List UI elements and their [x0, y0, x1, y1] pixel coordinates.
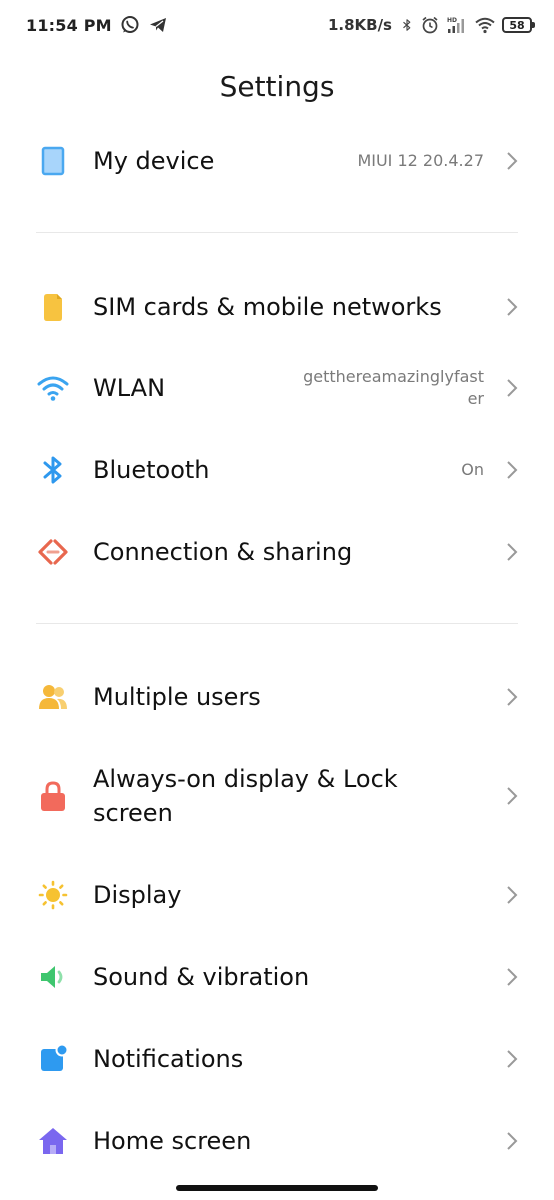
phone-icon — [36, 144, 70, 178]
settings-item-value: MIUI 12 20.4.27 — [357, 151, 484, 170]
home-icon — [36, 1124, 70, 1158]
settings-item-label: Home screen — [93, 1127, 252, 1155]
speaker-icon — [36, 960, 70, 994]
settings-item-sound-vibration[interactable]: Sound & vibration — [0, 953, 554, 1001]
settings-item-label: Display — [93, 881, 182, 909]
alarm-icon — [422, 16, 438, 34]
hd-signal-icon: HD — [447, 17, 464, 33]
connection-sharing-icon — [36, 535, 70, 569]
lock-icon — [36, 779, 70, 813]
status-time: 11:54 PM — [26, 15, 112, 35]
chevron-right-icon — [507, 968, 518, 986]
settings-item-value: getthereamazinglyfast er — [303, 366, 484, 410]
settings-item-label: Connection & sharing — [93, 538, 353, 566]
settings-item-my-device[interactable]: My device MIUI 12 20.4.27 — [0, 138, 554, 184]
settings-item-multiple-users[interactable]: Multiple users — [0, 673, 554, 721]
settings-item-value: On — [461, 460, 484, 479]
settings-item-label: Notifications — [93, 1045, 244, 1073]
divider — [36, 232, 518, 233]
settings-item-home-screen[interactable]: Home screen — [0, 1117, 554, 1165]
divider — [36, 623, 518, 624]
battery-level: 58 — [509, 18, 525, 32]
wlan-value-line1: getthereamazinglyfast — [303, 367, 484, 386]
chevron-right-icon — [507, 152, 518, 170]
chevron-right-icon — [507, 688, 518, 706]
wifi-status-icon — [475, 17, 495, 34]
status-left: 11:54 PM — [26, 14, 168, 36]
chevron-right-icon — [507, 886, 518, 904]
telegram-icon — [149, 18, 166, 32]
chevron-right-icon — [507, 379, 518, 397]
status-bar: 11:54 PM 1.8KB/s HD 58 — [0, 0, 554, 50]
svg-text:HD: HD — [447, 17, 457, 24]
settings-item-display[interactable]: Display — [0, 871, 554, 919]
settings-item-notifications[interactable]: Notifications — [0, 1035, 554, 1083]
wlan-value-line2: er — [467, 389, 484, 408]
settings-item-connection-sharing[interactable]: Connection & sharing — [0, 528, 554, 576]
wifi-icon — [36, 371, 70, 405]
users-icon — [36, 680, 70, 714]
gesture-bar[interactable] — [176, 1185, 378, 1191]
bluetooth-icon — [36, 453, 70, 487]
settings-item-label: Bluetooth — [93, 456, 210, 484]
settings-item-label: Always-on display & Lock screen — [93, 765, 398, 827]
chevron-right-icon — [507, 461, 518, 479]
settings-item-label: My device — [93, 147, 215, 175]
settings-item-label: SIM cards & mobile networks — [93, 293, 442, 321]
settings-item-bluetooth[interactable]: Bluetooth On — [0, 446, 554, 494]
chevron-right-icon — [507, 543, 518, 561]
network-speed: 1.8KB/s — [327, 16, 392, 34]
sim-card-icon — [36, 290, 70, 324]
battery-icon: 58 — [502, 17, 535, 33]
notifications-icon — [36, 1042, 70, 1076]
chevron-right-icon — [507, 1132, 518, 1150]
sun-icon — [36, 878, 70, 912]
status-right: 1.8KB/s HD 58 — [327, 14, 535, 36]
chevron-right-icon — [507, 298, 518, 316]
chevron-right-icon — [507, 787, 518, 805]
settings-item-label: WLAN — [93, 374, 166, 402]
settings-item-sim-cards[interactable]: SIM cards & mobile networks — [0, 284, 554, 330]
settings-item-lock-screen[interactable]: Always-on display & Lock screen — [0, 760, 554, 832]
bluetooth-status-icon — [403, 19, 411, 31]
whatsapp-icon — [121, 16, 139, 33]
settings-item-wlan[interactable]: WLAN getthereamazinglyfast er — [0, 364, 554, 412]
settings-item-label: Sound & vibration — [93, 963, 310, 991]
settings-item-label: Multiple users — [93, 683, 261, 711]
chevron-right-icon — [507, 1050, 518, 1068]
page-title: Settings — [219, 70, 335, 103]
